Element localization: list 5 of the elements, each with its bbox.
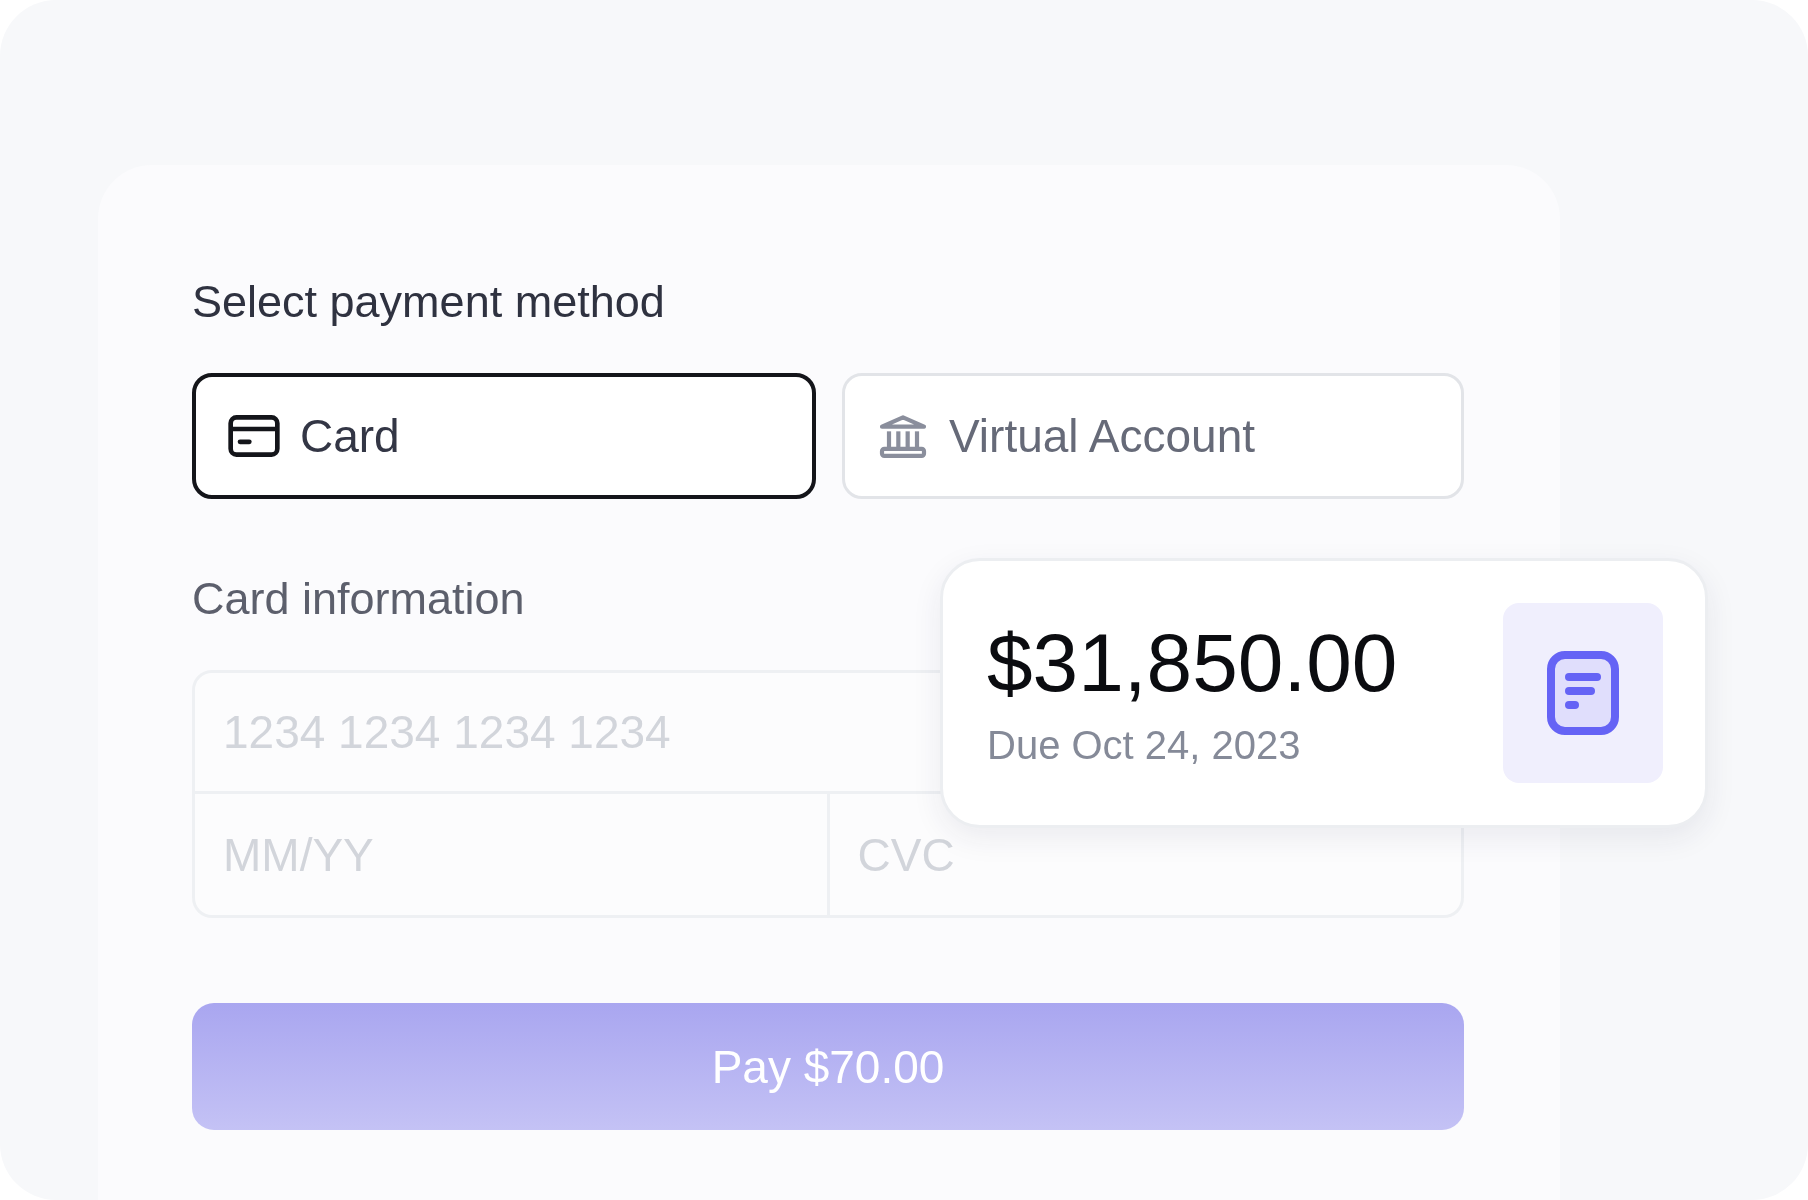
payment-method-tab[interactable]: Virtual Account: [842, 373, 1464, 499]
section-title: Card information: [192, 576, 526, 626]
section-title: Select payment method: [192, 279, 666, 329]
payment-method-tab[interactable]: Card: [192, 373, 816, 499]
due-date-text: Due Oct 24, 2023: [987, 722, 1302, 768]
